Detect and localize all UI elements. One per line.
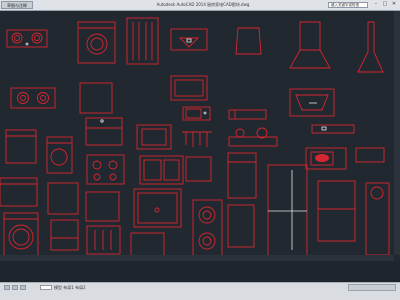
- sink-large-block: [133, 188, 182, 228]
- minimize-button[interactable]: –: [372, 1, 380, 8]
- hood-bar-block: [311, 124, 355, 134]
- sink-single-block: [136, 124, 172, 150]
- mini-hood-block: [355, 147, 385, 163]
- oven-2-block: [85, 191, 120, 222]
- workspace-switcher[interactable]: 草图与注释: [1, 1, 33, 9]
- washer-3-block: [3, 212, 39, 255]
- cabinet-stack-block: [47, 182, 79, 215]
- vertical-scrollbar[interactable]: [394, 11, 400, 255]
- close-button[interactable]: ✕: [390, 1, 398, 8]
- command-area: [0, 261, 400, 282]
- utensils-rack-block: [182, 131, 212, 147]
- window-title: Autodesk AutoCAD 2014 厨房家电CAD图块.dwg: [156, 2, 250, 7]
- cookware-block: [228, 127, 278, 147]
- hood-strip-block: [228, 109, 267, 120]
- fridge-block: [267, 164, 308, 255]
- chimney-hood-small-block: [235, 27, 262, 55]
- tall-cabinet-block: [227, 152, 257, 199]
- range-hood-front-block: [170, 28, 208, 51]
- washing-machine-block: [77, 21, 116, 64]
- status-tray[interactable]: [348, 284, 396, 291]
- dishwasher-small-block: [5, 129, 37, 164]
- oven-block: [170, 75, 208, 101]
- sink-drainer-block: [185, 156, 212, 182]
- layout-tabs[interactable]: 模型 布局1 布局2: [54, 285, 86, 291]
- title-bar: 草图与注释 Autodesk AutoCAD 2014 厨房家电CAD图块.dw…: [0, 0, 400, 11]
- column-unit-block: [365, 182, 390, 255]
- coordinate-field[interactable]: [40, 285, 52, 290]
- dish-rack-block: [86, 225, 121, 255]
- sink-double-block: [139, 155, 184, 185]
- stove-panel-block: [0, 177, 38, 207]
- snap-icon[interactable]: [4, 285, 10, 290]
- grid-icon[interactable]: [12, 285, 18, 290]
- chimney-hood-block: [289, 21, 331, 69]
- cabinet-block: [79, 82, 113, 114]
- maximize-button[interactable]: □: [381, 1, 389, 8]
- washer-2-block: [46, 136, 73, 174]
- chimney-hood-side-block: [357, 21, 384, 73]
- cabinet-2-block: [227, 204, 255, 248]
- range-hood-2-block: [289, 88, 335, 117]
- ortho-icon[interactable]: [20, 285, 26, 290]
- sink-square-block: [130, 232, 165, 255]
- status-bar: 模型 布局1 布局2: [0, 282, 400, 300]
- search-input[interactable]: 键入关键字或短语: [328, 2, 368, 8]
- microwave-block: [182, 106, 211, 121]
- burner-stack-block: [192, 199, 223, 255]
- drawing-canvas[interactable]: [0, 11, 400, 255]
- microwave-2-block: [305, 147, 347, 170]
- refrigerator-top-block: [126, 17, 159, 65]
- fridge-2-block: [317, 180, 356, 242]
- cooktop-block: [50, 219, 79, 251]
- autocad-window: 草图与注释 Autodesk AutoCAD 2014 厨房家电CAD图块.dw…: [0, 0, 400, 300]
- gas-stove-2-block: [10, 87, 56, 109]
- stove-top-block: [85, 117, 123, 146]
- gas-stove-block: [6, 29, 48, 48]
- stove-4burner-block: [86, 154, 125, 185]
